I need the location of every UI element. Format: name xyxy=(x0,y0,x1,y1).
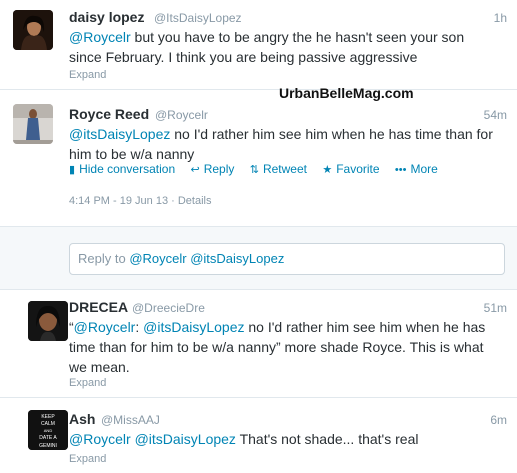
star-icon: ★ xyxy=(322,164,333,176)
avatar[interactable] xyxy=(28,301,68,341)
author-handle[interactable]: @ItsDaisyLopez xyxy=(154,11,242,25)
mention-link[interactable]: @itsDaisyLopez xyxy=(143,319,244,335)
reply-area: Reply to @Roycelr @itsDaisyLopez xyxy=(0,226,517,290)
reply-button[interactable]: ↩ Reply xyxy=(190,162,234,176)
mention-link[interactable]: @itsDaisyLopez xyxy=(135,431,236,447)
more-label: More xyxy=(410,162,438,176)
reply-mention: @Roycelr xyxy=(129,251,187,266)
avatar[interactable] xyxy=(13,104,53,144)
tweet-time[interactable]: 51m xyxy=(484,301,507,315)
conversation-icon: ▮ xyxy=(69,164,76,176)
reply-input[interactable]: Reply to @Roycelr @itsDaisyLopez xyxy=(69,243,505,275)
reply-prefix: Reply to xyxy=(78,251,130,266)
avatar[interactable] xyxy=(13,10,53,50)
avatar-text-line: DATE A xyxy=(39,435,57,441)
tweet-timestamp-row: 4:14 PM - 19 Jun 13 · Details xyxy=(69,195,211,207)
favorite-label: Favorite xyxy=(336,162,380,176)
favorite-button[interactable]: ★ Favorite xyxy=(322,162,379,176)
tweet-actions: ▮ Hide conversation ↩ Reply ⇅ Retweet ★ Favo… xyxy=(69,162,450,176)
author-name[interactable]: Ash xyxy=(69,411,95,427)
tweet-time[interactable]: 1h xyxy=(494,11,507,25)
mention-link[interactable]: @Roycelr xyxy=(74,319,136,335)
author-name[interactable]: Royce Reed xyxy=(69,106,149,122)
avatar-text-line: CALM xyxy=(41,421,55,427)
tweet-text-part: : xyxy=(135,319,144,335)
tweet-text: @itsDaisyLopez no I'd rather him see him… xyxy=(69,124,509,164)
avatar-photo-icon xyxy=(13,104,53,144)
mention-link[interactable]: @itsDaisyLopez xyxy=(69,126,170,142)
tweet-text-part: since February. I think you are being pa… xyxy=(69,49,418,65)
author-name[interactable]: daisy lopez xyxy=(69,9,144,25)
author-handle[interactable]: @Roycelr xyxy=(155,108,208,122)
details-link[interactable]: Details xyxy=(178,195,212,207)
tweet-time[interactable]: 6m xyxy=(490,413,507,427)
tweet-timestamp[interactable]: 4:14 PM - 19 Jun 13 xyxy=(69,195,168,207)
tweet-text-part: no I'd rather him see him when he has ti… xyxy=(170,126,493,142)
hide-conversation-label: Hide conversation xyxy=(79,162,176,176)
tweet-time[interactable]: 54m xyxy=(484,108,507,122)
tweet-text: @Roycelr @itsDaisyLopez That's not shade… xyxy=(69,429,509,449)
expand-link[interactable]: Expand xyxy=(69,69,106,81)
more-dots-icon: ••• xyxy=(394,164,407,176)
separator: · xyxy=(171,195,178,207)
tweet-text-part: That's not shade... that's real xyxy=(235,431,419,447)
hide-conversation-button[interactable]: ▮ Hide conversation xyxy=(69,162,175,176)
tweet-text-part: no I'd rather him see him when he has xyxy=(244,319,486,335)
tweet-text-part: we mean. xyxy=(69,359,130,375)
avatar-text-line: GEMINI xyxy=(39,443,57,449)
expand-link[interactable]: Expand xyxy=(69,377,106,389)
avatar[interactable]: KEEP CALM AND DATE A GEMINI xyxy=(28,410,68,450)
retweet-icon: ⇅ xyxy=(249,164,259,176)
more-button[interactable]: ••• More xyxy=(395,162,438,176)
author-handle[interactable]: @MissAAJ xyxy=(101,413,160,427)
tweet-daisy-lopez[interactable]: daisy lopez @ItsDaisyLopez 1h @Roycelr b… xyxy=(0,0,517,84)
mention-link[interactable]: @Roycelr xyxy=(69,29,131,45)
tweet-text-part: him to be w/a nanny xyxy=(69,146,195,162)
avatar-photo-icon xyxy=(28,301,68,341)
reply-icon: ↩ xyxy=(190,164,200,176)
tweet-text-part: time than for him to be w/a nanny” more … xyxy=(69,339,484,355)
avatar-photo-icon xyxy=(13,10,53,50)
reply-mention: @itsDaisyLopez xyxy=(190,251,285,266)
tweet-text: @Roycelr but you have to be angry the he… xyxy=(69,27,509,67)
tweet-text-part: but you have to be angry the he hasn't s… xyxy=(130,29,465,45)
expand-link[interactable]: Expand xyxy=(69,453,106,465)
author-handle[interactable]: @DreecieDre xyxy=(132,301,205,315)
avatar-text-line: KEEP xyxy=(41,414,55,420)
mention-link[interactable]: @Roycelr xyxy=(69,431,131,447)
avatar-text-line: AND xyxy=(44,428,53,433)
reply-label: Reply xyxy=(203,162,235,176)
tweet-text: “@Roycelr: @itsDaisyLopez no I'd rather … xyxy=(69,317,509,377)
avatar-keep-calm-icon: KEEP CALM AND DATE A GEMINI xyxy=(28,410,68,450)
author-name[interactable]: DRECEA xyxy=(69,299,128,315)
retweet-button[interactable]: ⇅ Retweet xyxy=(250,162,307,176)
retweet-label: Retweet xyxy=(262,162,307,176)
